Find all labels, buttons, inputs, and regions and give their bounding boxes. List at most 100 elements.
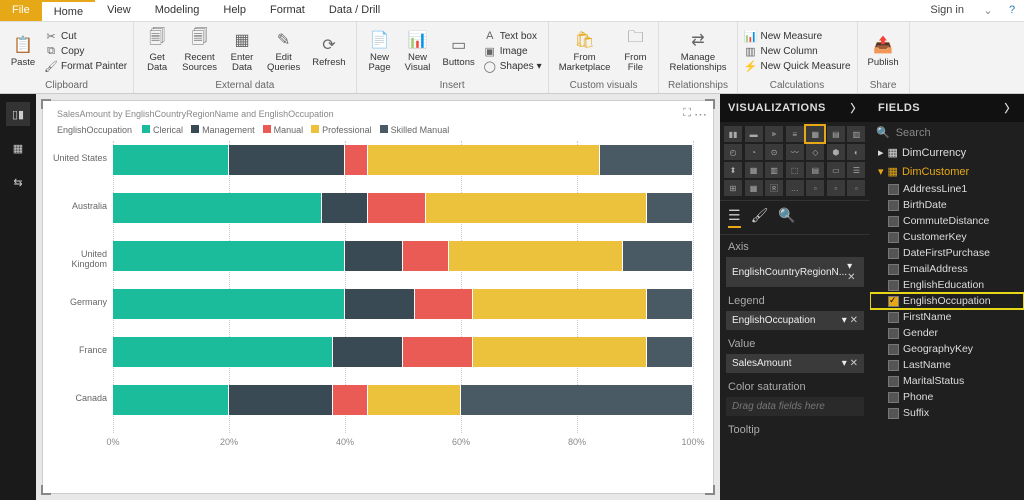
sign-in-link[interactable]: Sign in (918, 0, 976, 21)
paste-button[interactable]: 📋Paste (6, 32, 40, 70)
viz-type-button[interactable]: ▦ (745, 162, 763, 178)
viz-type-button[interactable]: ⬍ (724, 162, 742, 178)
from-file-button[interactable]: 🗀From File (618, 27, 652, 76)
new-column-button[interactable]: ▥New Column (744, 44, 851, 58)
collapse-icon[interactable]: 〉 (1005, 100, 1017, 116)
well-label-color: Color saturation (720, 375, 870, 395)
new-quick-measure-button[interactable]: ⚡New Quick Measure (744, 59, 851, 73)
legend-well[interactable]: EnglishOccupation▾ ✕ (726, 311, 864, 330)
field-row[interactable]: CustomerKey (870, 229, 1024, 245)
more-options-icon[interactable]: ⋯ (694, 107, 707, 123)
group-label: External data (140, 78, 349, 93)
buttons-button[interactable]: ▭Buttons (439, 32, 479, 70)
viz-type-button[interactable]: ▫ (827, 180, 845, 196)
field-row[interactable]: CommuteDistance (870, 213, 1024, 229)
viz-type-button[interactable]: ▤ (806, 162, 824, 178)
viz-type-button[interactable]: ▤ (827, 126, 845, 142)
new-page-button[interactable]: 📄New Page (363, 27, 397, 76)
field-row[interactable]: MaritalStatus (870, 373, 1024, 389)
field-row[interactable]: GeographyKey (870, 341, 1024, 357)
new-visual-button[interactable]: 📊New Visual (401, 27, 435, 76)
enter-data-button[interactable]: ▦Enter Data (225, 27, 259, 76)
new-measure-button[interactable]: 📊New Measure (744, 29, 851, 43)
from-marketplace-button[interactable]: 🛍From Marketplace (555, 27, 615, 76)
viz-type-button[interactable]: 〰 (786, 144, 804, 160)
model-view-button[interactable]: ⇆ (6, 170, 30, 194)
viz-type-button[interactable]: ⊙ (765, 144, 783, 160)
remove-icon[interactable]: ✕ (850, 315, 858, 326)
field-row[interactable]: EnglishEducation (870, 277, 1024, 293)
viz-type-button[interactable]: ▥ (765, 162, 783, 178)
viz-type-button[interactable]: ▭ (827, 162, 845, 178)
viz-type-button[interactable]: ▬ (745, 126, 763, 142)
remove-icon[interactable]: ✕ (847, 272, 855, 283)
viz-type-button[interactable]: ▥ (847, 126, 865, 142)
get-data-button[interactable]: 🗐Get Data (140, 27, 174, 76)
viz-type-button[interactable]: ◔ (745, 144, 763, 160)
publish-button[interactable]: 📤Publish (864, 32, 903, 70)
remove-icon[interactable]: ✕ (850, 358, 858, 369)
fields-tab-icon[interactable]: ☰ (728, 207, 741, 228)
value-well[interactable]: SalesAmount▾ ✕ (726, 354, 864, 373)
recent-sources-button[interactable]: 🗐Recent Sources (178, 27, 221, 76)
fields-search[interactable]: 🔍Search (870, 122, 1024, 143)
field-row[interactable]: BirthDate (870, 197, 1024, 213)
focus-mode-icon[interactable]: ⛶ (683, 107, 691, 120)
viz-type-button[interactable]: ▫ (806, 180, 824, 196)
field-row[interactable]: Phone (870, 389, 1024, 405)
viz-type-button[interactable]: ▫ (847, 180, 865, 196)
field-row[interactable]: Suffix (870, 405, 1024, 421)
field-row[interactable]: DateFirstPurchase (870, 245, 1024, 261)
format-painter-button[interactable]: 🖌Format Painter (44, 59, 127, 73)
chart-visual[interactable]: ⛶ ⋯ SalesAmount by EnglishCountryRegionN… (42, 100, 714, 494)
chevron-down-icon[interactable]: ⌄ (976, 0, 1000, 21)
field-row[interactable]: FirstName (870, 309, 1024, 325)
textbox-button[interactable]: AText box (483, 29, 542, 43)
table-row[interactable]: ▸▦DimCurrency (870, 143, 1024, 162)
viz-type-button[interactable]: … (786, 180, 804, 196)
viz-type-button[interactable]: ▮▮ (724, 126, 742, 142)
shapes-button[interactable]: ◯Shapes ▾ (483, 59, 542, 73)
viz-type-button[interactable]: 🅁 (765, 180, 783, 196)
menu-home[interactable]: Home (42, 0, 95, 21)
color-saturation-well[interactable]: Drag data fields here (726, 397, 864, 416)
viz-type-button[interactable]: ⬢ (827, 144, 845, 160)
manage-relationships-button[interactable]: ⇄Manage Relationships (665, 27, 730, 76)
data-view-button[interactable]: ▦ (6, 136, 30, 160)
menu-help[interactable]: Help (211, 0, 258, 21)
report-canvas[interactable]: ⛶ ⋯ SalesAmount by EnglishCountryRegionN… (36, 94, 720, 500)
analytics-tab-icon[interactable]: 🔍 (778, 207, 795, 228)
cut-button[interactable]: ✂Cut (44, 29, 127, 43)
field-row[interactable]: AddressLine1 (870, 181, 1024, 197)
menu-data-drill[interactable]: Data / Drill (317, 0, 392, 21)
edit-queries-button[interactable]: ✎Edit Queries (263, 27, 304, 76)
well-label-value: Value (720, 332, 870, 352)
axis-well[interactable]: EnglishCountryRegionN...▾ ✕ (726, 257, 864, 287)
field-row[interactable]: LastName (870, 357, 1024, 373)
viz-type-button[interactable]: ▦ (745, 180, 763, 196)
menu-format[interactable]: Format (258, 0, 317, 21)
viz-type-button[interactable]: ▦ (806, 126, 824, 142)
menu-view[interactable]: View (95, 0, 143, 21)
collapse-icon[interactable]: 〉 (851, 100, 863, 116)
field-row[interactable]: EnglishOccupation (870, 293, 1024, 309)
refresh-button[interactable]: ⟳Refresh (308, 32, 349, 70)
viz-type-button[interactable]: ◐ (847, 144, 865, 160)
format-tab-icon[interactable]: 🖌 (751, 207, 769, 228)
table-row[interactable]: ▾▦DimCustomer (870, 162, 1024, 181)
viz-type-button[interactable]: ☰ (847, 162, 865, 178)
copy-button[interactable]: ⧉Copy (44, 44, 127, 58)
viz-type-button[interactable]: ≡ (786, 126, 804, 142)
viz-type-button[interactable]: ◇ (806, 144, 824, 160)
help-icon[interactable]: ? (1000, 0, 1024, 21)
report-view-button[interactable]: ▯▮ (6, 102, 30, 126)
image-button[interactable]: ▣Image (483, 44, 542, 58)
viz-type-button[interactable]: ⬚ (786, 162, 804, 178)
field-row[interactable]: EmailAddress (870, 261, 1024, 277)
viz-type-button[interactable]: ⊞ (724, 180, 742, 196)
viz-type-button[interactable]: ◴ (724, 144, 742, 160)
menu-modeling[interactable]: Modeling (143, 0, 212, 21)
field-row[interactable]: Gender (870, 325, 1024, 341)
menu-file[interactable]: File (0, 0, 42, 21)
viz-type-button[interactable]: ⫸ (765, 126, 783, 142)
